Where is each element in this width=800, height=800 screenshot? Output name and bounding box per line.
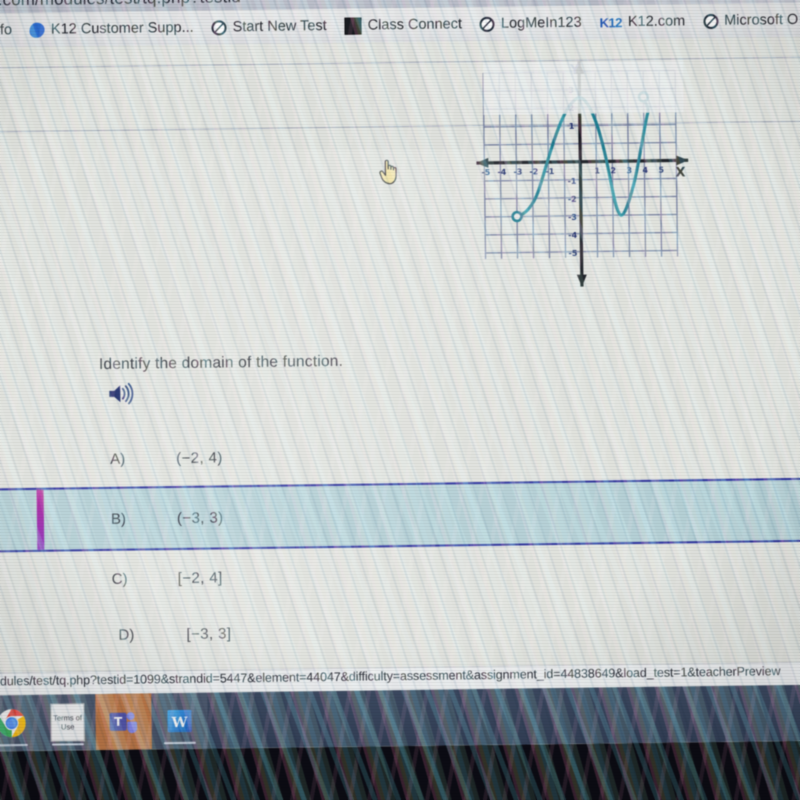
k12-favicon-icon: K12 (599, 14, 623, 30)
bookmark-item-k12-customer-support[interactable]: K12 Customer Supp... (21, 15, 203, 43)
svg-text:-2: -2 (568, 195, 577, 204)
svg-text:-5: -5 (568, 249, 577, 258)
windows-taskbar[interactable]: Terms of Use T W (0, 684, 800, 752)
question-prompt: Identify the domain of the function. (98, 352, 344, 374)
svg-text:3: 3 (568, 86, 574, 95)
omnibox-url-text: o.com/modules/test/tq.php?testid (0, 0, 241, 10)
answer-options-list: A) (−2, 4) B) (−3, 3) C) [−2, 4] D) [−3,… (0, 421, 800, 664)
answer-letter: B) (110, 510, 127, 528)
bookmark-label: Class Connect (367, 16, 463, 34)
speaker-audio-icon[interactable] (107, 382, 135, 405)
y-axis-label: Y (569, 63, 580, 78)
svg-text:4: 4 (642, 166, 648, 175)
taskbar-active-underline (163, 741, 196, 745)
svg-text:-2: -2 (529, 167, 538, 176)
open-endpoint-right (637, 91, 650, 103)
answer-letter: D) (118, 626, 135, 644)
taskbar-active-underline (0, 743, 28, 747)
svg-text:5: 5 (658, 166, 664, 175)
document-tile-icon: Terms of Use (50, 703, 85, 742)
teams-letter: T (114, 715, 123, 729)
bookmark-label: y Info (0, 22, 13, 39)
teams-icon: T (109, 712, 138, 734)
blob-favicon-icon (29, 22, 46, 38)
function-graph: -5 -4 -3 -2 -1 1 2 3 4 5 3 2 1 -1 -2 -3 … (475, 60, 690, 288)
bookmark-item-y-info[interactable]: y Info (0, 17, 21, 44)
answer-letter: C) (111, 570, 128, 588)
svg-text:2: 2 (610, 166, 616, 175)
bookmark-item-k12-com[interactable]: K12 K12.com (590, 8, 694, 35)
answer-value: [−3, 3] (186, 624, 232, 643)
svg-text:3: 3 (626, 166, 632, 175)
bookmark-label: LogMeIn123 (500, 14, 582, 32)
answer-value: (−2, 4) (176, 448, 223, 467)
bookmark-label: Microsoft O (724, 11, 799, 29)
svg-text:-4: -4 (497, 168, 506, 177)
bookmark-item-microsoft-office[interactable]: Microsoft O (694, 7, 800, 34)
svg-text:-3: -3 (568, 213, 577, 222)
answer-option-b[interactable]: B) (−3, 3) (0, 477, 800, 553)
test-page-body: -5 -4 -3 -2 -1 1 2 3 4 5 3 2 1 -1 -2 -3 … (0, 36, 800, 752)
answer-letter: A) (110, 450, 126, 468)
globe-favicon-icon (211, 19, 227, 36)
answer-option-d[interactable]: D) [−3, 3] (0, 597, 800, 664)
taskbar-item-label: Terms of Use (53, 713, 82, 732)
open-endpoint-left (511, 210, 523, 223)
dark-square-favicon-icon (344, 17, 362, 35)
taskbar-item-word[interactable]: W (151, 692, 208, 750)
taskbar-item-terms-of-use[interactable]: Terms of Use (39, 694, 96, 751)
answer-value: [−2, 4] (177, 568, 223, 587)
photo-of-screen: o.com/modules/test/tq.php?testid y Info … (0, 0, 800, 800)
bookmark-item-logmein123[interactable]: LogMeIn123 (471, 10, 591, 38)
bookmark-item-class-connect[interactable]: Class Connect (336, 11, 472, 39)
globe-favicon-icon (703, 13, 719, 29)
svg-text:-1: -1 (568, 177, 577, 186)
pointing-hand-cursor (376, 155, 402, 185)
word-icon: W (167, 709, 192, 733)
x-axis-label: X (675, 165, 685, 180)
selected-accent-bar (36, 489, 45, 550)
answer-value: (−3, 3) (176, 508, 224, 527)
taskbar-active-underline (51, 742, 84, 746)
taskbar-item-chrome[interactable] (0, 694, 40, 752)
function-curve (515, 95, 650, 219)
svg-text:1: 1 (594, 166, 600, 175)
bookmark-label: K12 Customer Supp... (50, 19, 194, 38)
bookmark-item-start-new-test[interactable]: Start New Test (202, 13, 335, 41)
svg-text:-5: -5 (481, 168, 490, 177)
taskbar-item-teams[interactable]: T (95, 693, 152, 751)
function-graph-svg: -5 -4 -3 -2 -1 1 2 3 4 5 3 2 1 -1 -2 -3 … (476, 61, 689, 287)
svg-text:1: 1 (569, 122, 575, 131)
svg-text:W: W (171, 715, 188, 731)
svg-text:-3: -3 (513, 167, 522, 176)
bookmark-label: Start New Test (232, 18, 327, 36)
screen-content: o.com/modules/test/tq.php?testid y Info … (0, 0, 800, 752)
bookmark-label: K12.com (627, 13, 686, 31)
chrome-icon (0, 709, 26, 738)
globe-favicon-icon (479, 16, 496, 32)
svg-text:-4: -4 (568, 231, 577, 240)
